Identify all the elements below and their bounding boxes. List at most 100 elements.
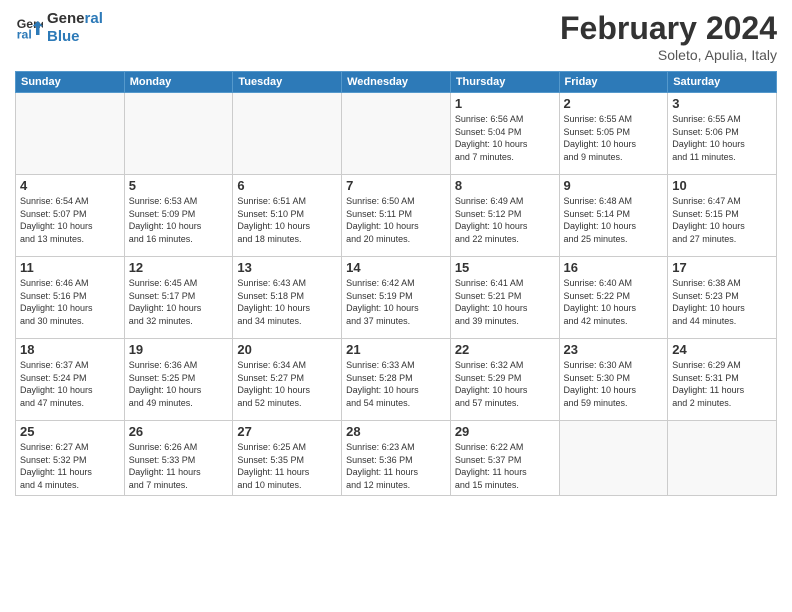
header: Gene ral General Blue February 2024 Sole… (15, 10, 777, 63)
day-info: Sunrise: 6:43 AM Sunset: 5:18 PM Dayligh… (237, 277, 337, 327)
calendar-cell: 19 Sunrise: 6:36 AM Sunset: 5:25 PM Dayli… (124, 339, 233, 421)
calendar-cell: 20 Sunrise: 6:34 AM Sunset: 5:27 PM Dayli… (233, 339, 342, 421)
day-number: 3 (672, 96, 772, 111)
logo-line1: General (47, 10, 103, 28)
calendar-page: Gene ral General Blue February 2024 Sole… (0, 0, 792, 612)
day-number: 12 (129, 260, 229, 275)
day-number: 14 (346, 260, 446, 275)
calendar-week-3: 11 Sunrise: 6:46 AM Sunset: 5:16 PM Dayli… (16, 257, 777, 339)
calendar-cell (124, 93, 233, 175)
calendar-cell: 12 Sunrise: 6:45 AM Sunset: 5:17 PM Dayli… (124, 257, 233, 339)
day-number: 18 (20, 342, 120, 357)
calendar-cell: 23 Sunrise: 6:30 AM Sunset: 5:30 PM Dayli… (559, 339, 668, 421)
day-header-thursday: Thursday (450, 72, 559, 93)
calendar-cell (559, 421, 668, 496)
day-number: 2 (564, 96, 664, 111)
day-info: Sunrise: 6:25 AM Sunset: 5:35 PM Dayligh… (237, 441, 337, 491)
day-info: Sunrise: 6:51 AM Sunset: 5:10 PM Dayligh… (237, 195, 337, 245)
day-header-sunday: Sunday (16, 72, 125, 93)
day-info: Sunrise: 6:36 AM Sunset: 5:25 PM Dayligh… (129, 359, 229, 409)
calendar-cell: 27Sunrise: 6:25 AM Sunset: 5:35 PM Dayli… (233, 421, 342, 496)
day-number: 15 (455, 260, 555, 275)
day-number: 20 (237, 342, 337, 357)
calendar-week-5: 25 Sunrise: 6:27 AM Sunset: 5:32 PM Dayli… (16, 421, 777, 496)
day-number: 24 (672, 342, 772, 357)
day-number: 28 (346, 424, 446, 439)
calendar-cell: 5Sunrise: 6:53 AM Sunset: 5:09 PM Daylig… (124, 175, 233, 257)
day-number: 17 (672, 260, 772, 275)
calendar-cell: 2Sunrise: 6:55 AM Sunset: 5:05 PM Daylig… (559, 93, 668, 175)
calendar-cell: 21Sunrise: 6:33 AM Sunset: 5:28 PM Dayli… (342, 339, 451, 421)
day-header-friday: Friday (559, 72, 668, 93)
day-header-tuesday: Tuesday (233, 72, 342, 93)
day-number: 6 (237, 178, 337, 193)
calendar-cell: 14 Sunrise: 6:42 AM Sunset: 5:19 PM Dayli… (342, 257, 451, 339)
day-info: Sunrise: 6:30 AM Sunset: 5:30 PM Dayligh… (564, 359, 664, 409)
day-info: Sunrise: 6:41 AM Sunset: 5:21 PM Dayligh… (455, 277, 555, 327)
day-info: Sunrise: 6:22 AM Sunset: 5:37 PM Dayligh… (455, 441, 555, 491)
calendar-week-4: 18Sunrise: 6:37 AM Sunset: 5:24 PM Dayli… (16, 339, 777, 421)
day-number: 10 (672, 178, 772, 193)
day-info: Sunrise: 6:47 AM Sunset: 5:15 PM Dayligh… (672, 195, 772, 245)
calendar-cell (233, 93, 342, 175)
location-subtitle: Soleto, Apulia, Italy (560, 47, 777, 63)
calendar-cell: 10 Sunrise: 6:47 AM Sunset: 5:15 PM Dayli… (668, 175, 777, 257)
day-info: Sunrise: 6:42 AM Sunset: 5:19 PM Dayligh… (346, 277, 446, 327)
logo-line2: Blue (47, 28, 103, 46)
calendar-cell: 17 Sunrise: 6:38 AM Sunset: 5:23 PM Dayli… (668, 257, 777, 339)
day-info: Sunrise: 6:53 AM Sunset: 5:09 PM Dayligh… (129, 195, 229, 245)
day-info: Sunrise: 6:46 AM Sunset: 5:16 PM Dayligh… (20, 277, 120, 327)
day-info: Sunrise: 6:32 AM Sunset: 5:29 PM Dayligh… (455, 359, 555, 409)
day-info: Sunrise: 6:26 AM Sunset: 5:33 PM Dayligh… (129, 441, 229, 491)
calendar-cell (16, 93, 125, 175)
day-info: Sunrise: 6:40 AM Sunset: 5:22 PM Dayligh… (564, 277, 664, 327)
day-info: Sunrise: 6:27 AM Sunset: 5:32 PM Dayligh… (20, 441, 120, 491)
day-number: 7 (346, 178, 446, 193)
day-header-wednesday: Wednesday (342, 72, 451, 93)
day-info: Sunrise: 6:55 AM Sunset: 5:06 PM Dayligh… (672, 113, 772, 163)
calendar-cell: 25 Sunrise: 6:27 AM Sunset: 5:32 PM Dayli… (16, 421, 125, 496)
day-number: 23 (564, 342, 664, 357)
day-info: Sunrise: 6:54 AM Sunset: 5:07 PM Dayligh… (20, 195, 120, 245)
calendar-cell: 28Sunrise: 6:23 AM Sunset: 5:36 PM Dayli… (342, 421, 451, 496)
day-number: 22 (455, 342, 555, 357)
day-number: 29 (455, 424, 555, 439)
day-header-saturday: Saturday (668, 72, 777, 93)
day-number: 8 (455, 178, 555, 193)
day-info: Sunrise: 6:29 AM Sunset: 5:31 PM Dayligh… (672, 359, 772, 409)
calendar-cell (668, 421, 777, 496)
day-number: 4 (20, 178, 120, 193)
calendar-cell: 7 Sunrise: 6:50 AM Sunset: 5:11 PM Daylig… (342, 175, 451, 257)
calendar-cell: 1Sunrise: 6:56 AM Sunset: 5:04 PM Daylig… (450, 93, 559, 175)
day-number: 26 (129, 424, 229, 439)
calendar-cell: 26 Sunrise: 6:26 AM Sunset: 5:33 PM Dayli… (124, 421, 233, 496)
calendar-cell: 9Sunrise: 6:48 AM Sunset: 5:14 PM Daylig… (559, 175, 668, 257)
title-block: February 2024 Soleto, Apulia, Italy (560, 10, 777, 63)
calendar-header-row: SundayMondayTuesdayWednesdayThursdayFrid… (16, 72, 777, 93)
calendar-cell: 24 Sunrise: 6:29 AM Sunset: 5:31 PM Dayli… (668, 339, 777, 421)
calendar-table: SundayMondayTuesdayWednesdayThursdayFrid… (15, 71, 777, 496)
day-number: 21 (346, 342, 446, 357)
day-info: Sunrise: 6:56 AM Sunset: 5:04 PM Dayligh… (455, 113, 555, 163)
day-info: Sunrise: 6:45 AM Sunset: 5:17 PM Dayligh… (129, 277, 229, 327)
day-info: Sunrise: 6:34 AM Sunset: 5:27 PM Dayligh… (237, 359, 337, 409)
calendar-cell: 29 Sunrise: 6:22 AM Sunset: 5:37 PM Dayli… (450, 421, 559, 496)
day-number: 25 (20, 424, 120, 439)
day-number: 19 (129, 342, 229, 357)
day-info: Sunrise: 6:38 AM Sunset: 5:23 PM Dayligh… (672, 277, 772, 327)
day-number: 11 (20, 260, 120, 275)
calendar-cell: 22 Sunrise: 6:32 AM Sunset: 5:29 PM Dayli… (450, 339, 559, 421)
calendar-week-1: 1Sunrise: 6:56 AM Sunset: 5:04 PM Daylig… (16, 93, 777, 175)
calendar-cell: 11 Sunrise: 6:46 AM Sunset: 5:16 PM Dayli… (16, 257, 125, 339)
day-info: Sunrise: 6:48 AM Sunset: 5:14 PM Dayligh… (564, 195, 664, 245)
calendar-cell: 15 Sunrise: 6:41 AM Sunset: 5:21 PM Dayli… (450, 257, 559, 339)
day-header-monday: Monday (124, 72, 233, 93)
calendar-cell: 6 Sunrise: 6:51 AM Sunset: 5:10 PM Daylig… (233, 175, 342, 257)
svg-text:ral: ral (17, 28, 32, 42)
calendar-cell: 8Sunrise: 6:49 AM Sunset: 5:12 PM Daylig… (450, 175, 559, 257)
calendar-cell: 4 Sunrise: 6:54 AM Sunset: 5:07 PM Daylig… (16, 175, 125, 257)
calendar-cell: 13Sunrise: 6:43 AM Sunset: 5:18 PM Dayli… (233, 257, 342, 339)
day-info: Sunrise: 6:50 AM Sunset: 5:11 PM Dayligh… (346, 195, 446, 245)
calendar-cell: 18Sunrise: 6:37 AM Sunset: 5:24 PM Dayli… (16, 339, 125, 421)
logo: Gene ral General Blue (15, 10, 103, 46)
